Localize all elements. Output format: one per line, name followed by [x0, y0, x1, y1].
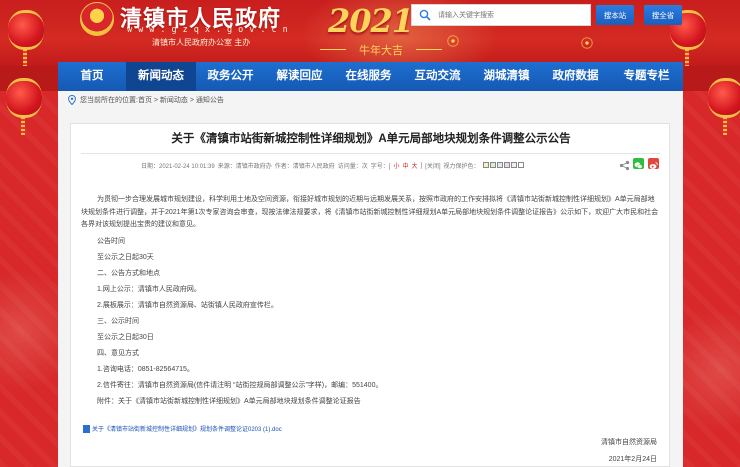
lantern-icon — [708, 78, 740, 135]
weibo-icon[interactable] — [648, 158, 659, 169]
search-site-button[interactable]: 搜本站 — [596, 5, 634, 25]
breadcrumb-prefix: 您当前所在的位置: — [80, 97, 138, 104]
nav-item-online-service[interactable]: 在线服务 — [334, 62, 403, 91]
search-box — [411, 4, 591, 26]
festival-slogan: 牛年大吉 — [320, 42, 442, 58]
nav-item-news[interactable]: 新闻动态 — [126, 62, 196, 91]
share-icon[interactable] — [619, 158, 630, 171]
article-line: 二、公告方式和地点 — [97, 269, 160, 277]
firework-icon — [442, 30, 464, 52]
article: 关于《清镇市站街新城控制性详细规划》A单元局部地块规划条件调整公示公告 日期：2… — [70, 123, 670, 467]
breadcrumb-path[interactable]: 首页 > 新闻动态 > 通知公告 — [138, 95, 224, 105]
search-province-button[interactable]: 搜全省 — [644, 5, 682, 25]
site-domain: www.gzqx.gov.cn — [127, 25, 294, 35]
main-nav: 首页 新闻动态 政务公开 解读回应 在线服务 互动交流 湖城清镇 政府数据 专题… — [58, 62, 683, 91]
article-line: 至公示之日起30天 — [97, 253, 154, 261]
meta-date: 日期：2021-02-24 10:01:39 — [141, 164, 215, 170]
article-meta: 日期：2021-02-24 10:01:39 来源：清镇市政府办 作者：清镇市人… — [141, 161, 525, 170]
article-line: 公告时间 — [97, 237, 125, 245]
eye-color-swatch-4[interactable] — [503, 161, 510, 168]
font-large-button[interactable]: 大 — [411, 161, 417, 170]
font-medium-button[interactable]: 中 — [402, 161, 408, 170]
article-line: 至公示之日起30日 — [97, 333, 154, 341]
eye-color-swatch-3[interactable] — [496, 161, 503, 168]
attachment-label: 附件：关于《清镇市站街新城控制性详细规划》A单元局部地块规划条件调整论证报告 — [97, 397, 361, 405]
nav-item-gov-data[interactable]: 政府数据 — [541, 62, 610, 91]
site-subtitle: 清镇市人民政府办公室 主办 — [152, 38, 251, 47]
article-line: 1.网上公示：清镇市人民政府网。 — [97, 285, 201, 293]
location-pin-icon — [68, 95, 76, 105]
firework-icon — [576, 32, 598, 54]
eye-color-swatch-2[interactable] — [489, 161, 496, 168]
lantern-icon — [6, 78, 42, 135]
signature-org: 清镇市自然资源局 — [601, 439, 657, 446]
nav-item-interpretation[interactable]: 解读回应 — [265, 62, 334, 91]
meta-font-size-label: 字号：[ — [370, 164, 391, 170]
article-line: 1.咨询电话：0851-82564715。 — [97, 365, 194, 373]
document-icon — [83, 424, 90, 433]
header-banner: 清镇市人民政府 www.gzqx.gov.cn 清镇市人民政府办公室 主办 20… — [0, 0, 740, 66]
article-line: 三、公示时间 — [97, 317, 139, 325]
article-line: 2.展板展示：清镇市自然资源局、站街镇人民政府宣传栏。 — [97, 301, 278, 309]
font-small-button[interactable]: 小 — [393, 161, 399, 170]
meta-font-close: ] — [420, 162, 423, 169]
meta-source: 来源：清镇市政府办 — [217, 164, 272, 170]
lantern-icon — [8, 10, 44, 66]
search-input[interactable] — [438, 6, 588, 24]
national-emblem-icon — [80, 2, 114, 36]
article-intro: 为贯彻一步合理发展城市规划建设，科学利用土地及空间资源，衔接好城市规划的近期与远… — [81, 196, 659, 228]
meta-author: 作者：清镇市人民政府 — [274, 164, 335, 170]
eye-color-swatch-6[interactable] — [517, 161, 524, 168]
festival-year: 2021 — [328, 2, 414, 40]
title-divider — [81, 153, 661, 154]
eye-protect-swatches — [482, 161, 525, 170]
article-line: 2.信件寄往：清镇市自然资源局(信件请注明 “站街控规局部调整公示”字样)，邮编… — [97, 381, 383, 389]
nav-item-home[interactable]: 首页 — [58, 62, 126, 91]
close-page-button[interactable]: [关闭] — [425, 161, 440, 170]
breadcrumb: 您当前所在的位置: 首页 > 新闻动态 > 通知公告 — [68, 93, 224, 107]
article-line: 四、意见方式 — [97, 349, 139, 357]
article-body: 为贯彻一步合理发展城市规划建设，科学利用土地及空间资源，衔接好城市规划的近期与远… — [81, 194, 661, 410]
nav-item-lake-city[interactable]: 湖城清镇 — [472, 62, 541, 91]
eye-protect-label: 视力保护色： — [443, 164, 480, 170]
wechat-icon[interactable] — [633, 158, 644, 169]
attachment-link[interactable]: 关于《清镇市站街新城控制性详细规划》规划条件调整论证0203 (1).doc — [83, 424, 282, 433]
meta-views: 访问量：次 — [337, 164, 368, 170]
article-title: 关于《清镇市站街新城控制性详细规划》A单元局部地块规划条件调整公示公告 — [171, 133, 571, 145]
signature-date: 2021年2月24日 — [608, 456, 657, 463]
attachment-filename[interactable]: 关于《清镇市站街新城控制性详细规划》规划条件调整论证0203 (1).doc — [92, 424, 282, 433]
nav-item-special[interactable]: 专题专栏 — [610, 62, 683, 91]
nav-item-gov-affairs[interactable]: 政务公开 — [196, 62, 265, 91]
search-icon — [412, 5, 438, 25]
nav-item-interaction[interactable]: 互动交流 — [403, 62, 472, 91]
eye-color-swatch-1[interactable] — [482, 161, 489, 168]
eye-color-swatch-5[interactable] — [510, 161, 517, 168]
